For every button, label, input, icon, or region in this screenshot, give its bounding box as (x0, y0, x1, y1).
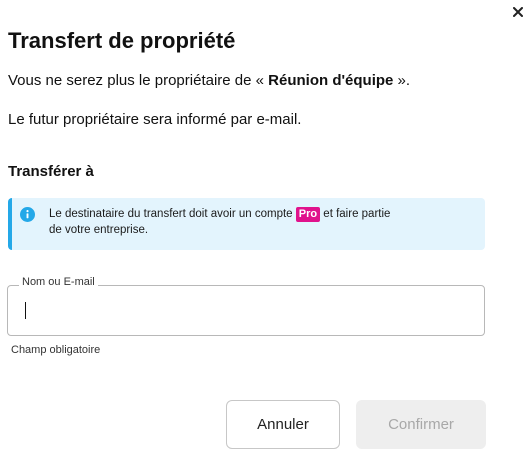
name-or-email-field[interactable] (7, 285, 485, 336)
info-text-line2: de votre entreprise. (49, 224, 149, 236)
notification-message: Le futur propriétaire sera informé par e… (8, 111, 302, 128)
meeting-name: Réunion d'équipe (268, 72, 394, 89)
transfer-to-heading: Transférer à (8, 163, 94, 180)
name-or-email-label: Nom ou E-mail (19, 276, 98, 288)
ownership-message-suffix: ». (393, 72, 411, 89)
ownership-message-prefix: Vous ne serez plus le propriétaire de « (8, 72, 269, 89)
close-icon[interactable] (510, 4, 526, 20)
pro-badge: Pro (295, 207, 321, 222)
info-banner-text: Le destinataire du transfert doit avoir … (49, 206, 390, 238)
cancel-button[interactable]: Annuler (226, 400, 340, 449)
info-text-after: et faire partie (320, 208, 391, 220)
transfer-ownership-dialog: Transfert de propriété Vous ne serez plu… (0, 0, 528, 464)
info-icon (20, 207, 35, 222)
required-field-helper: Champ obligatoire (11, 344, 101, 356)
info-text-before: Le destinataire du transfert doit avoir … (49, 208, 296, 220)
text-cursor (25, 302, 26, 319)
confirm-button[interactable]: Confirmer (356, 400, 486, 449)
ownership-message: Vous ne serez plus le propriétaire de « … (8, 72, 410, 89)
dialog-title: Transfert de propriété (8, 28, 236, 53)
